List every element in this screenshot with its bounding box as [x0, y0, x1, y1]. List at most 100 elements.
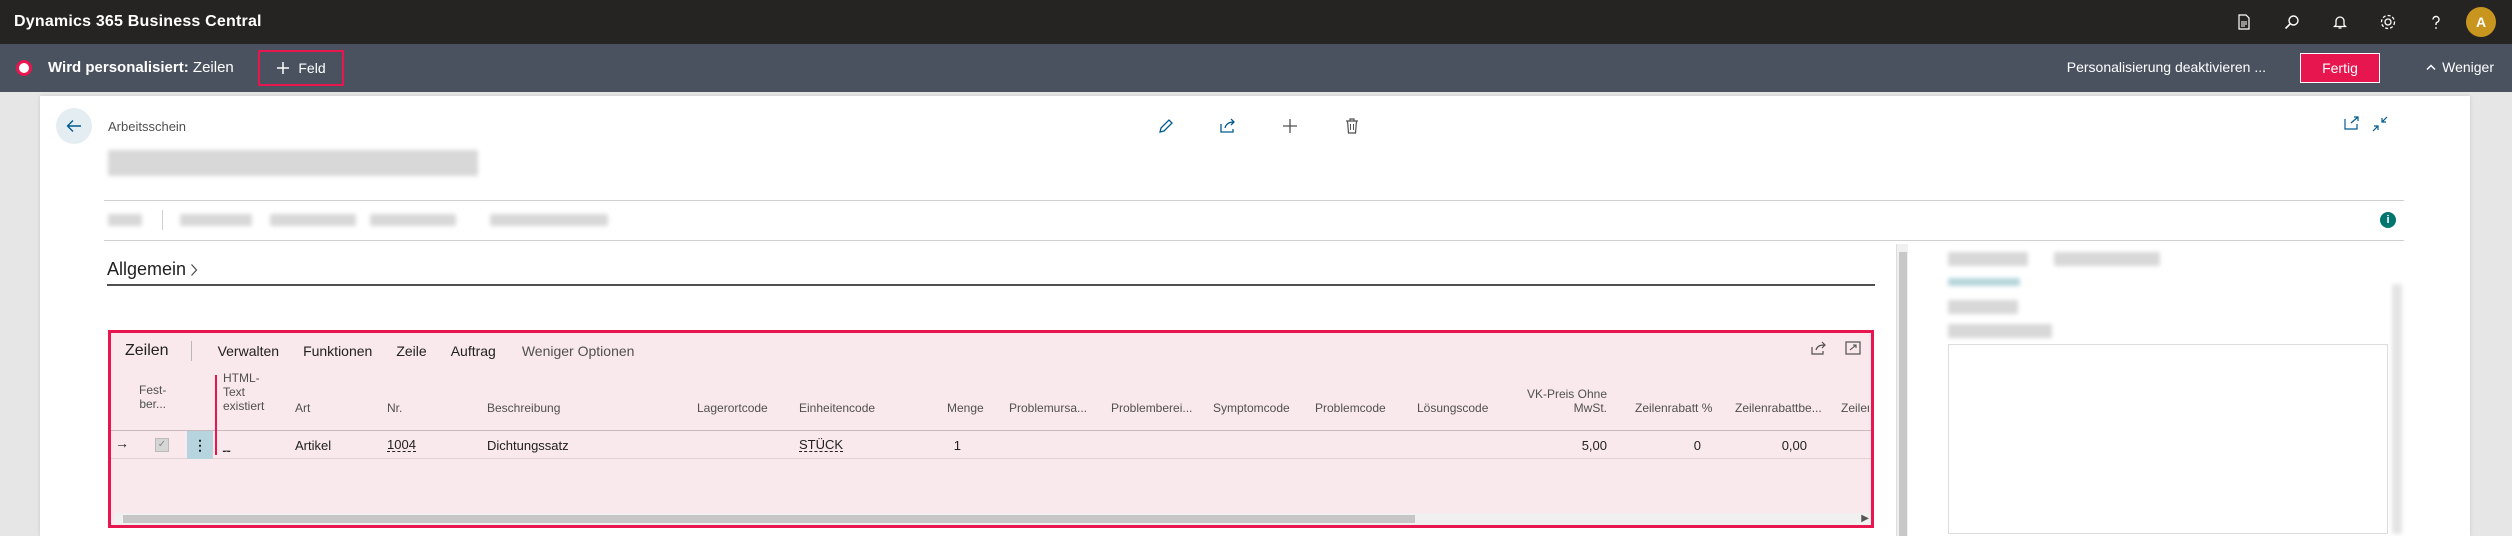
- col-html-text[interactable]: HTML- Text existiert: [223, 371, 264, 413]
- less-label: Weniger: [2442, 59, 2494, 75]
- lines-window-controls: [1811, 341, 1861, 360]
- page-toolbar: [1150, 114, 1368, 138]
- back-button[interactable]: [56, 108, 92, 144]
- lines-title: Zeilen: [125, 341, 192, 361]
- redacted-factbox-scroll: [2392, 284, 2402, 534]
- app-bar: Dynamics 365 Business Central A: [0, 0, 2512, 44]
- redacted-factbox-text: [1948, 300, 2018, 314]
- col-nr[interactable]: Nr.: [387, 401, 402, 415]
- scrollbar-thumb[interactable]: [1899, 252, 1907, 536]
- redacted-page-title: [108, 150, 478, 176]
- factbox-card: [1948, 344, 2388, 534]
- personalization-context: Zeilen: [192, 59, 234, 76]
- row-menu-button[interactable]: ⋮: [187, 431, 213, 459]
- help-icon[interactable]: [2412, 0, 2460, 44]
- add-field-label: Feld: [298, 60, 326, 76]
- table-row[interactable]: → ✓ ⋮ _ Artikel 1004 Dichtungssatz STÜCK…: [111, 431, 1871, 459]
- section-divider: [107, 284, 1875, 286]
- col-art[interactable]: Art: [295, 401, 310, 415]
- vertical-scrollbar[interactable]: [1896, 244, 1908, 536]
- action-manage[interactable]: Verwalten: [218, 343, 279, 359]
- col-loesungscode[interactable]: Lösungscode: [1417, 401, 1488, 415]
- col-einheitencode[interactable]: Einheitencode: [799, 401, 875, 415]
- app-title: Dynamics 365 Business Central: [14, 13, 262, 30]
- col-zeilenrabatt-pct[interactable]: Zeilenrabatt %: [1635, 401, 1712, 415]
- redacted-factbox-text: [1948, 278, 2020, 286]
- cell-html-text[interactable]: _: [223, 438, 231, 452]
- action-line[interactable]: Zeile: [396, 343, 426, 359]
- redacted-factbox-text: [1948, 252, 2028, 266]
- add-icon: [277, 62, 290, 74]
- personalization-status-label: Wird personalisiert:: [48, 59, 189, 76]
- cell-vk-preis[interactable]: 5,00: [1541, 438, 1607, 453]
- col-problembereich[interactable]: Problemberei...: [1111, 401, 1192, 415]
- redacted-menu-item[interactable]: [370, 214, 456, 226]
- fest-checkbox[interactable]: ✓: [155, 438, 169, 452]
- cell-beschreibung[interactable]: Dichtungssatz: [487, 438, 569, 453]
- cell-menge[interactable]: 1: [931, 438, 961, 453]
- action-order[interactable]: Auftrag: [451, 343, 496, 359]
- add-field-button[interactable]: Feld: [258, 50, 344, 86]
- personalization-bar: Wird personalisiert: Zeilen Feld Persona…: [0, 44, 2512, 92]
- row-selected-arrow-icon: →: [115, 435, 129, 451]
- lines-action-bar: Zeilen Verwalten Funktionen Zeile Auftra…: [111, 333, 1871, 369]
- scroll-right-icon[interactable]: ▶: [1861, 513, 1869, 524]
- redacted-factbox-text: [1948, 324, 2052, 338]
- breadcrumb: Arbeitsschein: [108, 119, 187, 134]
- back-arrow-icon: [66, 120, 81, 132]
- app-bar-icons: A: [2220, 0, 2496, 44]
- collapse-icon[interactable]: [2372, 116, 2388, 137]
- cell-einheitencode[interactable]: STÜCK: [799, 438, 844, 452]
- col-beschreibung[interactable]: Beschreibung: [487, 401, 560, 415]
- recording-indicator-icon: [16, 60, 32, 76]
- open-new-window-icon[interactable]: [2344, 116, 2360, 137]
- done-button[interactable]: Fertig: [2300, 53, 2380, 83]
- section-title: Allgemein: [107, 259, 187, 279]
- cell-art[interactable]: Artikel: [295, 438, 331, 453]
- col-lagerortcode[interactable]: Lagerortcode: [697, 401, 768, 415]
- fewer-options-button[interactable]: Weniger Optionen: [522, 343, 635, 359]
- col-zeilenrabattbetrag[interactable]: Zeilenrabattbe...: [1735, 401, 1822, 415]
- action-functions[interactable]: Funktionen: [303, 343, 372, 359]
- personalization-status: Wird personalisiert: Zeilen: [48, 59, 234, 76]
- edit-icon[interactable]: [1150, 114, 1182, 138]
- cell-zeilenrabatt-pct[interactable]: 0: [1671, 438, 1701, 453]
- redacted-menu-item[interactable]: [180, 214, 252, 226]
- col-zeilen[interactable]: Zeilen: [1841, 401, 1869, 415]
- lines-part: Zeilen Verwalten Funktionen Zeile Auftra…: [108, 330, 1874, 528]
- chevron-right-icon: [191, 263, 198, 276]
- search-icon[interactable]: [2268, 0, 2316, 44]
- redacted-menu-item[interactable]: [270, 214, 356, 226]
- factbox-pane: [1928, 244, 2408, 536]
- redacted-menu-item[interactable]: [108, 214, 142, 226]
- menu-divider: [104, 240, 2404, 241]
- col-menge[interactable]: Menge: [947, 401, 984, 415]
- share-icon[interactable]: [1811, 341, 1827, 360]
- menu-separator: [162, 210, 163, 230]
- avatar[interactable]: A: [2466, 7, 2496, 37]
- add-icon[interactable]: [1274, 114, 1306, 138]
- horizontal-scrollbar[interactable]: ▶: [115, 513, 1871, 525]
- col-problemursache[interactable]: Problemursa...: [1009, 401, 1087, 415]
- info-icon[interactable]: i: [2380, 212, 2396, 228]
- bell-icon[interactable]: [2316, 0, 2364, 44]
- column-headers: Fest- ber... HTML- Text existiert Art Nr…: [111, 371, 1871, 431]
- header-divider: [104, 200, 2404, 201]
- cell-nr[interactable]: 1004: [387, 438, 416, 452]
- delete-icon[interactable]: [1336, 114, 1368, 138]
- redacted-menu-item[interactable]: [490, 214, 608, 226]
- disable-personalization-button[interactable]: Personalisierung deaktivieren ...: [2067, 59, 2266, 75]
- scrollbar-thumb[interactable]: [123, 515, 1415, 523]
- col-problemcode[interactable]: Problemcode: [1315, 401, 1386, 415]
- document-icon[interactable]: [2220, 0, 2268, 44]
- gear-icon[interactable]: [2364, 0, 2412, 44]
- col-symptomcode[interactable]: Symptomcode: [1213, 401, 1290, 415]
- share-icon[interactable]: [1212, 114, 1244, 138]
- col-vk-preis[interactable]: VK-Preis Ohne MwSt.: [1519, 387, 1607, 415]
- redacted-factbox-text: [2054, 252, 2160, 266]
- less-button[interactable]: Weniger: [2426, 59, 2494, 75]
- section-header-general[interactable]: Allgemein: [107, 259, 198, 280]
- col-fest[interactable]: Fest- ber...: [139, 383, 166, 411]
- cell-zeilenrabattbetrag[interactable]: 0,00: [1751, 438, 1807, 453]
- expand-icon[interactable]: [1845, 341, 1861, 360]
